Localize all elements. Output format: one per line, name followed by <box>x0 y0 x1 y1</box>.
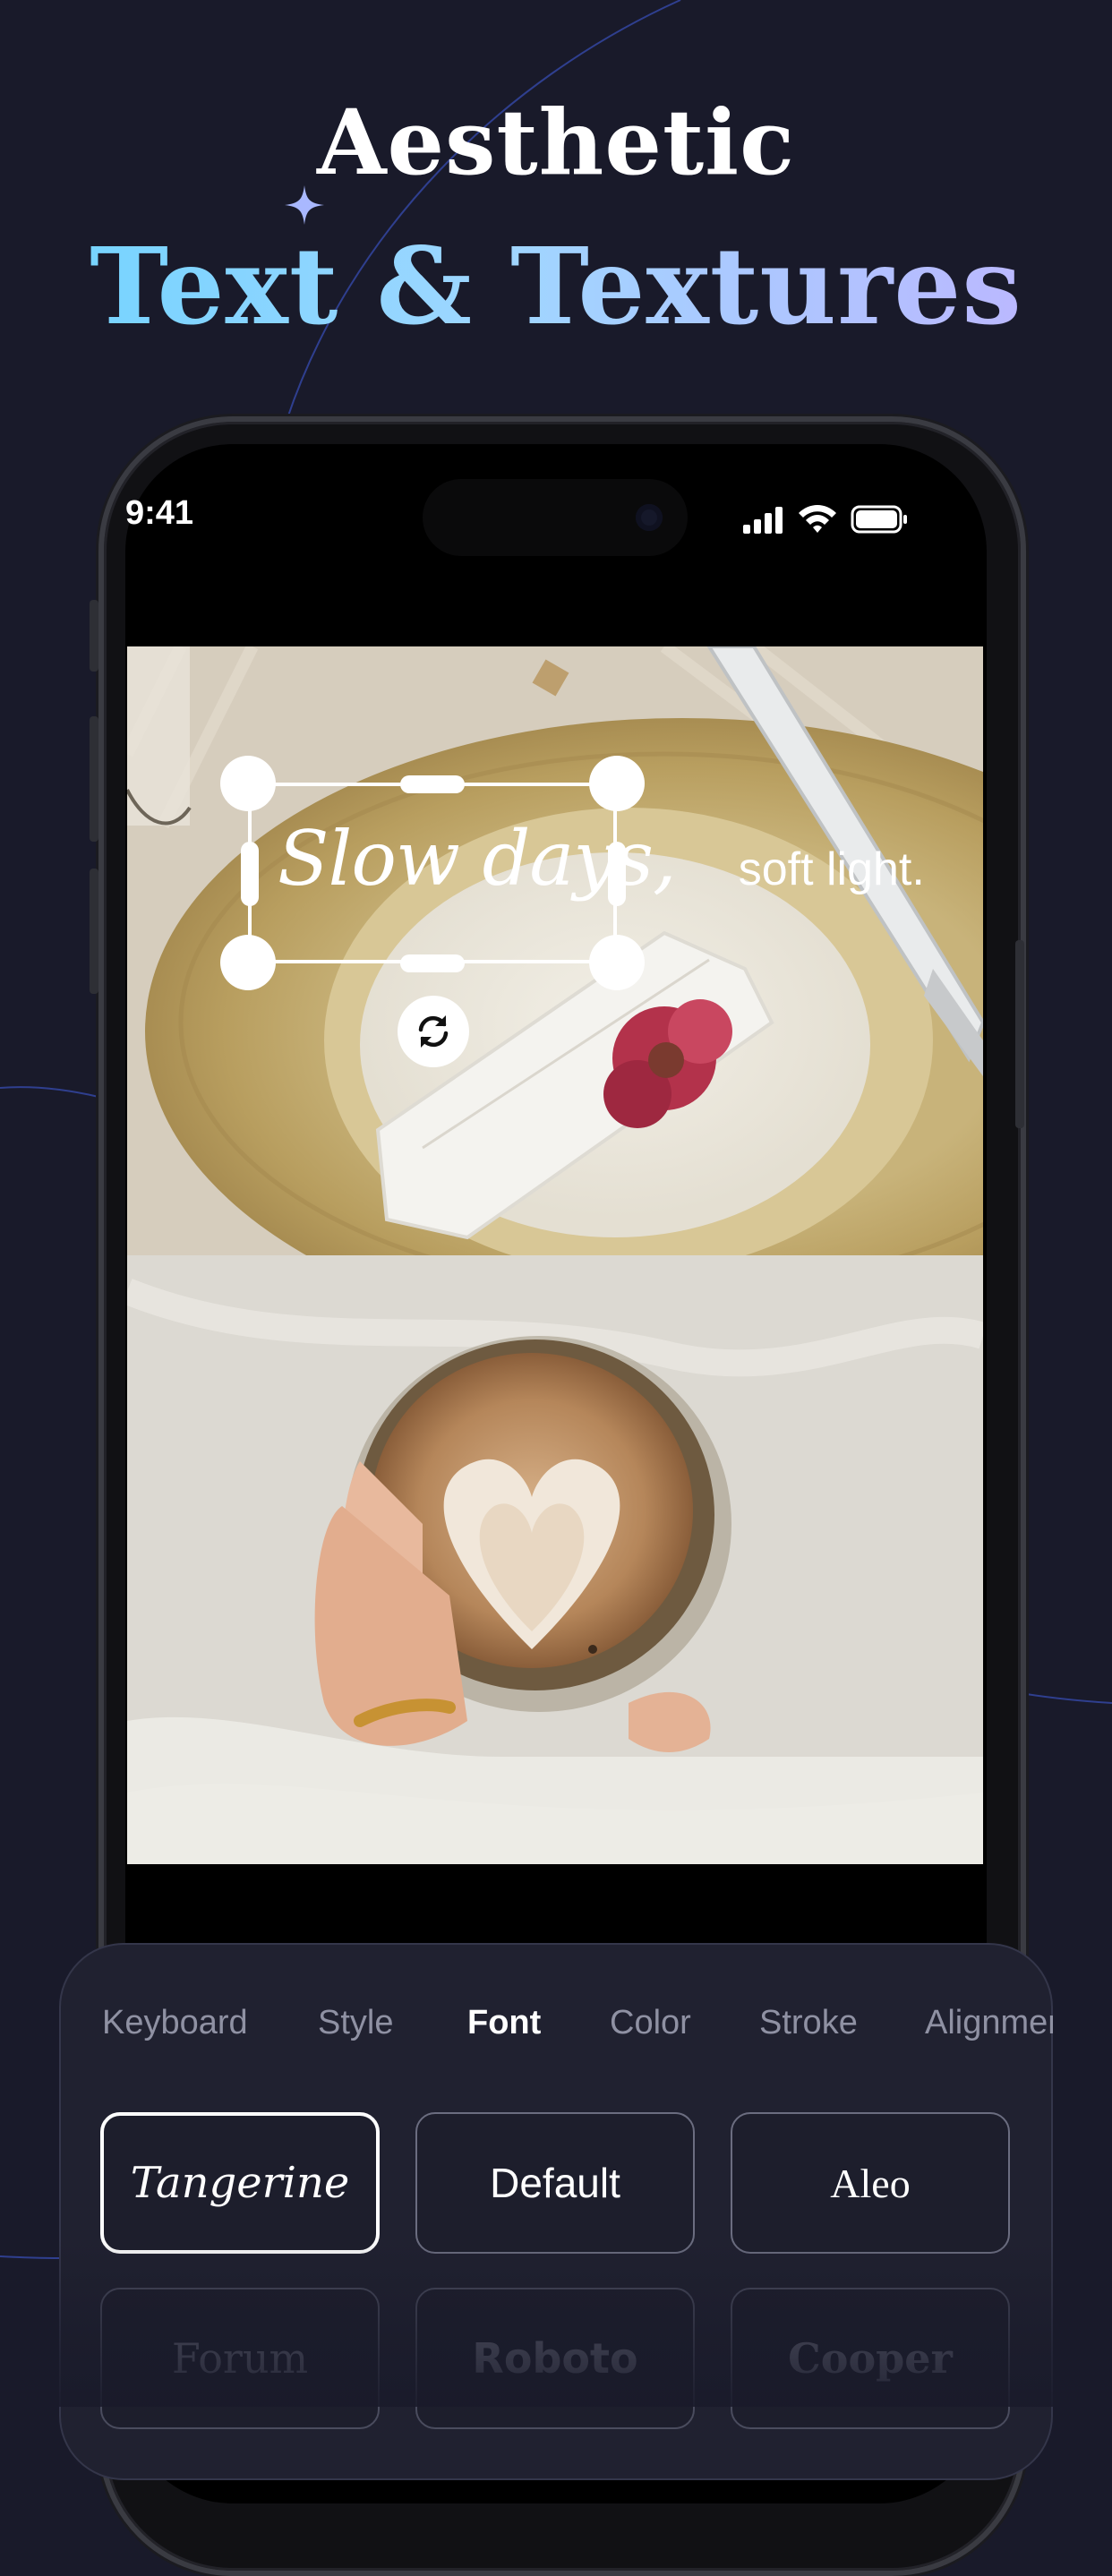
font-option-forum[interactable]: Forum <box>100 2288 380 2429</box>
dynamic-island <box>423 479 688 556</box>
font-option-tangerine[interactable]: Tangerine <box>100 2112 380 2254</box>
font-option-label: Default <box>490 2160 620 2206</box>
photo-canvas[interactable]: Slow days, soft light. <box>127 646 983 1864</box>
headline-subtitle: Text & Textures <box>0 224 1112 348</box>
status-icons <box>743 505 907 534</box>
tool-tabs: Keyboard Style Font Color Stroke Alignme… <box>59 2004 1053 2054</box>
font-option-label: Aleo <box>830 2160 911 2206</box>
font-option-aleo[interactable]: Aleo <box>731 2112 1010 2254</box>
phone-power-button <box>1015 940 1024 1128</box>
phone-volume-up <box>90 716 98 842</box>
status-time: 9:41 <box>125 494 194 532</box>
resize-handle-bottom[interactable] <box>400 954 465 972</box>
tab-color[interactable]: Color <box>610 2004 691 2042</box>
font-option-roboto[interactable]: Roboto <box>415 2288 695 2429</box>
tab-keyboard[interactable]: Keyboard <box>102 2004 248 2042</box>
headline-title: Aesthetic <box>316 90 796 195</box>
font-option-label: Tangerine <box>130 2158 350 2208</box>
resize-handle-top-right[interactable] <box>589 756 645 811</box>
photo-latte <box>127 1255 983 1864</box>
tab-style[interactable]: Style <box>318 2004 393 2042</box>
photo-table-setting: Slow days, soft light. <box>127 646 983 1255</box>
battery-icon <box>851 505 907 534</box>
tab-alignment[interactable]: Alignment <box>925 2004 1053 2042</box>
sparkle-icon <box>285 185 324 225</box>
resize-handle-bottom-right[interactable] <box>589 935 645 990</box>
camera-icon <box>636 504 663 531</box>
latte-illustration <box>127 1255 983 1864</box>
resize-handle-bottom-left[interactable] <box>220 935 276 990</box>
rotate-button[interactable] <box>398 996 469 1067</box>
resize-handle-top[interactable] <box>400 775 465 793</box>
font-option-cooper[interactable]: Cooper <box>731 2288 1010 2429</box>
tab-font[interactable]: Font <box>467 2004 541 2042</box>
selection-box[interactable] <box>248 783 617 963</box>
wifi-icon <box>799 505 836 533</box>
resize-handle-left[interactable] <box>241 842 259 906</box>
rotate-icon <box>418 1015 449 1048</box>
font-option-label: Cooper <box>788 2334 953 2383</box>
phone-volume-down <box>90 869 98 994</box>
font-option-default[interactable]: Default <box>415 2112 695 2254</box>
text-part-sans: soft light. <box>738 843 925 895</box>
resize-handle-top-left[interactable] <box>220 756 276 811</box>
tab-stroke[interactable]: Stroke <box>759 2004 858 2042</box>
phone-side-button <box>90 600 98 672</box>
resize-handle-right[interactable] <box>608 842 626 906</box>
font-option-label: Forum <box>171 2334 309 2383</box>
cellular-signal-icon <box>743 507 783 534</box>
font-option-label: Roboto <box>472 2334 638 2383</box>
